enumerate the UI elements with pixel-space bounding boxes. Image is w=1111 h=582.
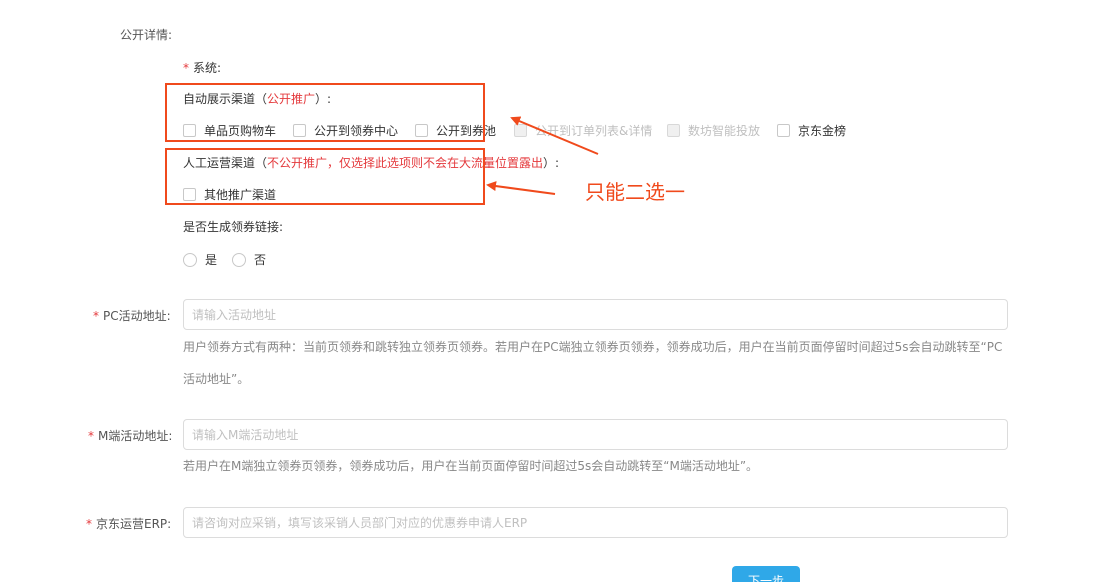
radio-yes[interactable]: 是	[183, 251, 217, 268]
annotation-arrow-lower	[486, 181, 556, 195]
erp-label: 京东运营ERP:	[96, 517, 172, 531]
required-mark: *	[88, 429, 94, 443]
radio-label: 否	[254, 253, 267, 267]
pc-url-help-line1: 用户领券方式有两种：当前页领券和跳转独立领券页领券。若用户在PC端独立领券页领券…	[183, 340, 1003, 354]
m-url-input[interactable]	[183, 419, 1008, 450]
pc-url-input[interactable]	[183, 299, 1008, 330]
required-mark: *	[93, 309, 99, 323]
m-url-help: 若用户在M端独立领券页领券，领券成功后，用户在当前页面停留时间超过5s会自动跳转…	[183, 459, 759, 473]
radio-no[interactable]: 否	[232, 251, 266, 268]
pc-url-label-group: * PC活动地址:	[93, 307, 171, 324]
radio-label: 是	[205, 253, 218, 267]
m-url-label-group: * M端活动地址:	[88, 427, 172, 444]
erp-input[interactable]	[183, 507, 1008, 538]
required-mark: *	[86, 517, 92, 531]
m-url-label: M端活动地址:	[98, 429, 173, 443]
annotation-arrows	[486, 116, 599, 195]
radio-circle[interactable]	[183, 252, 197, 267]
erp-label-group: * 京东运营ERP:	[86, 515, 171, 532]
annotation-arrow-upper	[510, 116, 599, 155]
pc-url-label: PC活动地址:	[103, 309, 171, 323]
next-step-button[interactable]: 下一步	[732, 566, 800, 582]
coupon-link-label: 是否生成领券链接:	[183, 220, 284, 234]
radio-circle[interactable]	[232, 252, 246, 267]
pc-url-help-line2: 活动地址”。	[183, 372, 250, 386]
annotation-text: 只能二选一	[585, 180, 685, 204]
